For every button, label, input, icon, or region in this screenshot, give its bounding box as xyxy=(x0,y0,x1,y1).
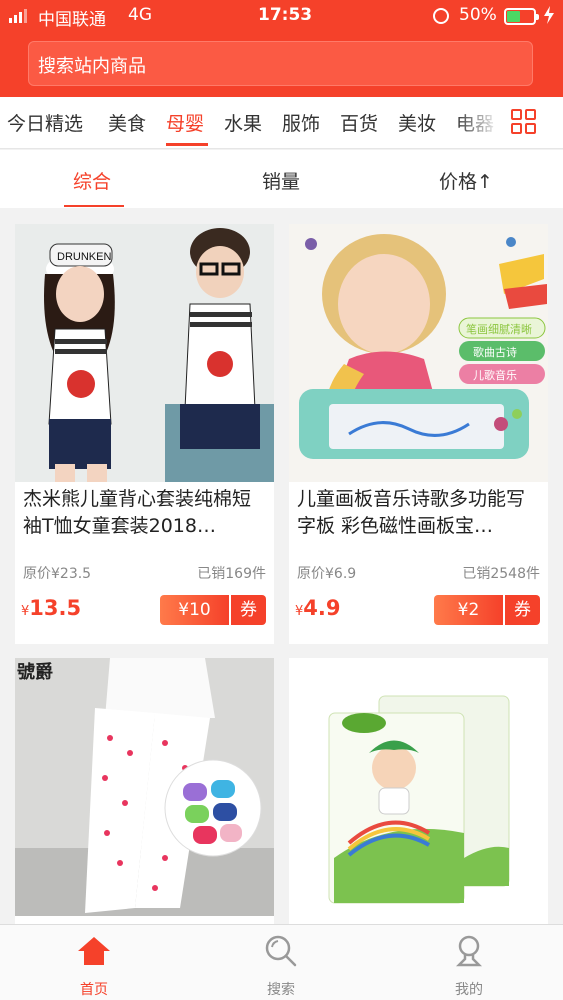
coupon-label: 券 xyxy=(505,595,540,625)
coupon-badge[interactable]: ¥2 券 xyxy=(434,595,540,625)
svg-text:歌曲古诗: 歌曲古诗 xyxy=(473,345,517,359)
tab-home[interactable]: 首页 xyxy=(54,925,134,1000)
coupon-amount: ¥10 xyxy=(160,595,229,625)
category-beauty[interactable]: 美妆 xyxy=(398,109,436,136)
clock: 17:53 xyxy=(258,5,313,25)
battery-percent: 50% xyxy=(459,5,497,25)
charging-bolt-icon xyxy=(544,6,554,24)
carrier-name: 中国联通 xyxy=(38,10,106,30)
product-title[interactable]: 儿童画板音乐诗歌多功能写字板 彩色磁性画板宝… xyxy=(297,486,542,540)
status-bar: 中国联通 4G 17:53 50% xyxy=(0,0,563,32)
sort-tab-sales[interactable]: 销量 xyxy=(262,167,300,194)
category-fruit[interactable]: 水果 xyxy=(224,109,262,136)
original-price: 原价¥23.5 xyxy=(23,566,92,582)
tab-profile[interactable]: 我的 xyxy=(429,925,509,1000)
diapers-image xyxy=(289,658,548,916)
svg-text:DRUNKEN: DRUNKEN xyxy=(57,251,111,263)
sort-tab-price[interactable]: 价格↑ xyxy=(439,167,493,194)
current-price: ¥13.5 xyxy=(21,596,81,620)
product-card[interactable]: DRUNKEN 杰米熊儿童背心套装纯棉短袖T恤女童套装2018… 原价¥23.5… xyxy=(15,224,274,644)
rotation-lock-icon xyxy=(433,8,449,24)
user-icon xyxy=(455,935,483,967)
signal-icon xyxy=(9,9,31,23)
category-apparel[interactable]: 服饰 xyxy=(282,109,320,136)
svg-text:號爵: 號爵 xyxy=(17,661,53,683)
price-value: 4.9 xyxy=(303,596,341,620)
category-food[interactable]: 美食 xyxy=(108,109,146,136)
search-bar[interactable]: 搜索站内商品 xyxy=(28,41,533,86)
network-type: 4G xyxy=(128,5,152,25)
category-household[interactable]: 百货 xyxy=(340,109,378,136)
sort-active-underline xyxy=(64,205,124,207)
search-placeholder: 搜索站内商品 xyxy=(38,56,146,77)
drawing-board-image: 笔画细腻清晰 歌曲古诗 儿歌音乐 xyxy=(289,224,548,482)
price-value: 13.5 xyxy=(29,596,82,620)
kids-clothing-image: DRUNKEN xyxy=(15,224,274,482)
coupon-badge[interactable]: ¥10 券 xyxy=(160,595,266,625)
tab-search[interactable]: 搜索 xyxy=(241,925,321,1000)
bottom-tab-bar: 首页 搜索 我的 xyxy=(0,924,563,1000)
tab-profile-label: 我的 xyxy=(455,982,483,998)
product-title[interactable]: 杰米熊儿童背心套装纯棉短袖T恤女童套装2018… xyxy=(23,486,268,540)
battery-level-fill xyxy=(507,11,520,22)
kids-tights-image: 號爵 xyxy=(15,658,274,916)
tab-home-label: 首页 xyxy=(80,982,108,998)
category-fade xyxy=(455,97,500,147)
product-card[interactable]: 笔画细腻清晰 歌曲古诗 儿歌音乐 儿童画板音乐诗歌多功能写字板 彩色磁性画板宝…… xyxy=(289,224,548,644)
coupon-label: 券 xyxy=(231,595,266,625)
product-card[interactable] xyxy=(289,658,548,924)
current-price: ¥4.9 xyxy=(295,596,340,620)
sort-bar: 综合 销量 价格↑ xyxy=(0,150,563,208)
sold-count: 已销2548件 xyxy=(462,566,540,582)
coupon-amount: ¥2 xyxy=(434,595,503,625)
home-icon xyxy=(78,937,110,965)
grid-menu-icon[interactable] xyxy=(511,109,537,135)
sort-tab-comprehensive[interactable]: 综合 xyxy=(73,167,111,194)
svg-text:笔画细腻清晰: 笔画细腻清晰 xyxy=(466,322,532,336)
category-today[interactable]: 今日精选 xyxy=(7,109,83,136)
category-nav: 今日精选 美食 母婴 水果 服饰 百货 美妆 电器 xyxy=(0,97,563,149)
original-price: 原价¥6.9 xyxy=(297,566,357,582)
battery-icon xyxy=(504,8,539,25)
top-header: 中国联通 4G 17:53 50% 搜索站内商品 xyxy=(0,0,563,97)
category-active-underline xyxy=(166,143,208,146)
product-card[interactable]: 號爵 xyxy=(15,658,274,924)
svg-text:儿歌音乐: 儿歌音乐 xyxy=(473,368,517,382)
sold-count: 已销169件 xyxy=(197,566,266,582)
search-icon xyxy=(265,935,297,967)
tab-search-label: 搜索 xyxy=(267,982,295,998)
category-baby[interactable]: 母婴 xyxy=(166,109,204,136)
